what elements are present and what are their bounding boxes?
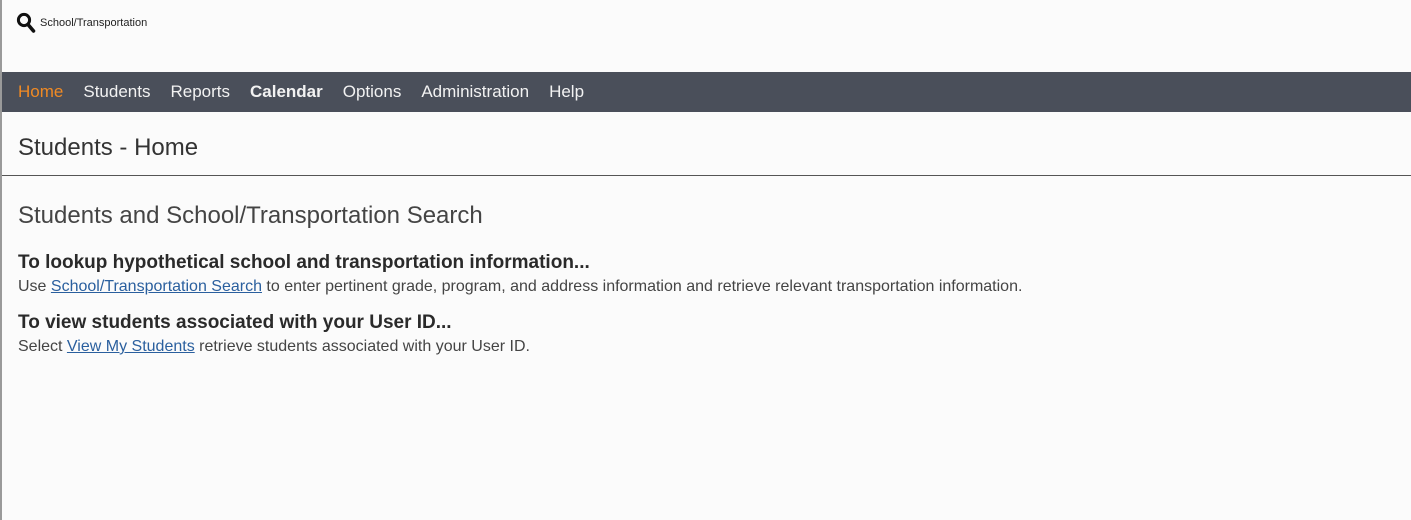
- lookup-suffix: to enter pertinent grade, program, and a…: [261, 278, 1023, 295]
- school-transportation-search-link[interactable]: School/Transportation: [16, 12, 147, 34]
- school-transportation-search-link-inline[interactable]: School/Transportation Search: [51, 278, 262, 295]
- search-label[interactable]: School/Transportation: [40, 17, 147, 29]
- page-title: Students - Home: [18, 134, 199, 161]
- view-students-heading: To view students associated with your Us…: [18, 312, 452, 333]
- nav-item-calendar[interactable]: Calendar: [250, 82, 323, 102]
- page: School/Transportation Home Students Repo…: [0, 0, 1411, 520]
- top-bar: School/Transportation: [2, 0, 1411, 72]
- nav-item-reports[interactable]: Reports: [170, 82, 230, 102]
- lookup-block: To lookup hypothetical school and transp…: [2, 252, 1411, 296]
- nav-item-options[interactable]: Options: [343, 82, 402, 102]
- lookup-heading: To lookup hypothetical school and transp…: [18, 252, 590, 273]
- view-students-text: Select View My Students retrieve student…: [18, 338, 1411, 356]
- nav-item-help[interactable]: Help: [549, 82, 584, 102]
- lookup-prefix: Use: [18, 278, 51, 295]
- view-students-prefix: Select: [18, 338, 67, 355]
- main-nav: Home Students Reports Calendar Options A…: [2, 72, 1411, 112]
- section-title: Students and School/Transportation Searc…: [18, 202, 483, 229]
- view-students-suffix: retrieve students associated with your U…: [194, 338, 530, 355]
- view-students-block: To view students associated with your Us…: [2, 312, 1411, 356]
- view-my-students-link[interactable]: View My Students: [67, 338, 195, 355]
- lookup-text: Use School/Transportation Search to ente…: [18, 278, 1411, 296]
- nav-item-students[interactable]: Students: [83, 82, 150, 102]
- search-icon[interactable]: [16, 12, 36, 34]
- nav-item-administration[interactable]: Administration: [421, 82, 529, 102]
- nav-item-home[interactable]: Home: [18, 82, 63, 102]
